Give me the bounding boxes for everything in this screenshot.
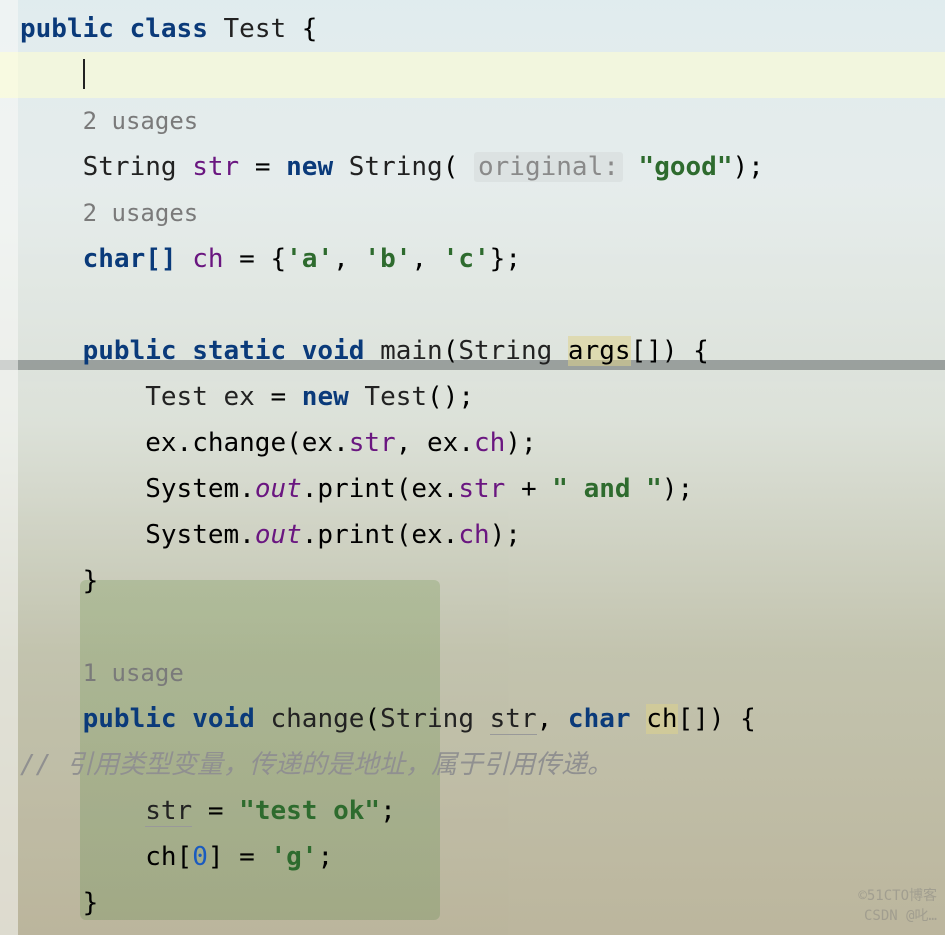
param-args: args	[568, 336, 631, 366]
char-literal: 'b'	[364, 244, 411, 274]
field-out: out	[255, 520, 302, 550]
code-line[interactable]: System.out.print(ex.str + " and ");	[0, 466, 945, 512]
keyword-public: public	[83, 704, 177, 734]
field-ref-ch: ch	[474, 428, 505, 458]
class-name: Test	[224, 14, 287, 44]
usages-label: 1 usage	[83, 659, 184, 687]
keyword-public: public	[20, 14, 114, 44]
char-literal: 'a'	[286, 244, 333, 274]
field-ref-str: str	[458, 474, 505, 504]
usages-hint[interactable]: 2 usages	[0, 190, 945, 236]
field-ref-ch: ch	[458, 520, 489, 550]
usages-label: 2 usages	[83, 107, 199, 135]
code-line[interactable]: ch[0] = 'g';	[0, 834, 945, 880]
char-literal: 'c'	[443, 244, 490, 274]
code-line[interactable]: public void change(String str, char ch[]…	[0, 696, 945, 742]
param-type: String	[380, 704, 474, 734]
field-str: str	[192, 152, 239, 182]
method-main: main	[380, 336, 443, 366]
code-line[interactable]: public static void main(String args[]) {	[0, 328, 945, 374]
blank-line[interactable]	[0, 604, 945, 650]
keyword-void: void	[302, 336, 365, 366]
string-literal: "good"	[639, 152, 733, 182]
param-str: str	[490, 704, 537, 735]
string-literal: " and "	[552, 474, 662, 504]
type-char-array: char[]	[83, 244, 177, 274]
keyword-static: static	[192, 336, 286, 366]
param-hint: original:	[474, 152, 623, 182]
keyword-public: public	[83, 336, 177, 366]
code-editor[interactable]: public class Test { 2 usages String str …	[0, 0, 945, 935]
type-string: String	[83, 152, 177, 182]
comment-text: // 引用类型变量，传递的是地址，属于引用传递。	[20, 750, 613, 780]
code-line[interactable]: String str = new String( original: "good…	[0, 144, 945, 190]
code-line[interactable]: }	[0, 880, 945, 926]
blank-line[interactable]	[0, 282, 945, 328]
keyword-new: new	[302, 382, 349, 412]
current-line[interactable]	[0, 52, 945, 98]
type-test: Test	[145, 382, 208, 412]
code-line[interactable]: }	[0, 558, 945, 604]
code-line[interactable]: ex.change(ex.str, ex.ch);	[0, 420, 945, 466]
param-ch: ch	[646, 704, 677, 734]
usages-hint[interactable]: 1 usage	[0, 650, 945, 696]
field-ref-str: str	[349, 428, 396, 458]
comment-line[interactable]: // 引用类型变量，传递的是地址，属于引用传递。	[0, 742, 945, 788]
keyword-new: new	[286, 152, 333, 182]
param-type: String	[458, 336, 552, 366]
code-line[interactable]: str = "test ok";	[0, 788, 945, 834]
string-literal: "test ok"	[239, 796, 380, 826]
var-ex: ex	[224, 382, 255, 412]
keyword-class: class	[130, 14, 208, 44]
field-out: out	[255, 474, 302, 504]
char-literal: 'g'	[270, 842, 317, 872]
code-line[interactable]: char[] ch = {'a', 'b', 'c'};	[0, 236, 945, 282]
ctor-test: Test	[364, 382, 427, 412]
watermark: CSDN @叱…	[864, 905, 937, 925]
number-literal: 0	[192, 842, 208, 872]
keyword-char: char	[568, 704, 631, 734]
watermark: ©51CTO博客	[858, 885, 937, 905]
code-line[interactable]: public class Test {	[0, 6, 945, 52]
keyword-void: void	[192, 704, 255, 734]
method-change: change	[270, 704, 364, 734]
ctor-string: String	[349, 152, 443, 182]
code-line[interactable]: System.out.print(ex.ch);	[0, 512, 945, 558]
code-line[interactable]: Test ex = new Test();	[0, 374, 945, 420]
usages-label: 2 usages	[83, 199, 199, 227]
usages-hint[interactable]: 2 usages	[0, 98, 945, 144]
caret	[83, 59, 85, 89]
field-ch: ch	[192, 244, 223, 274]
var-str: str	[145, 796, 192, 827]
